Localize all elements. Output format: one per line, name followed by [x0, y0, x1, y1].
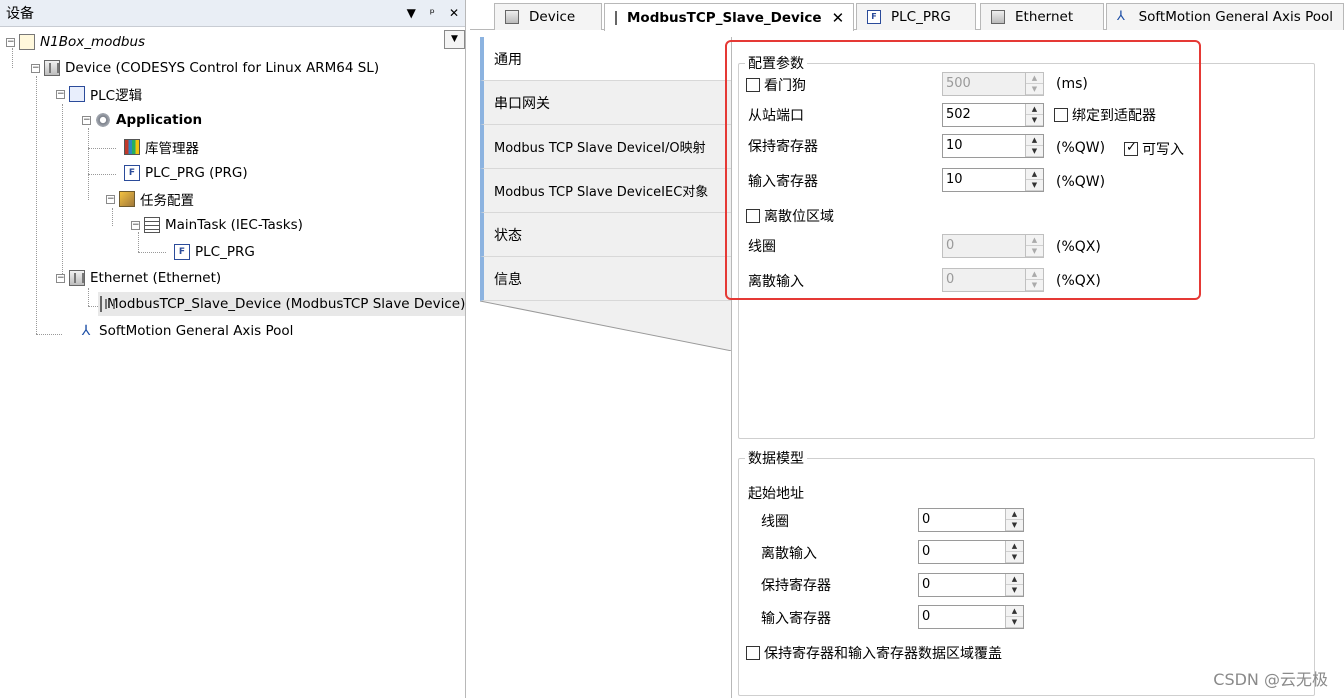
device-editor-nav: 通用 串口网关 Modbus TCP Slave DeviceI/O映射 Mod…	[480, 37, 732, 351]
tab-ethernet[interactable]: Ethernet	[980, 3, 1104, 30]
watermark: CSDN @云无极	[1213, 670, 1328, 689]
collapse-icon[interactable]: −	[82, 115, 91, 125]
collapse-icon[interactable]: −	[56, 89, 65, 99]
tree-item-library-manager[interactable]: 库管理器	[124, 135, 199, 159]
prg-icon: F	[174, 244, 190, 260]
device-icon	[615, 10, 617, 25]
collapse-icon[interactable]: −	[31, 63, 40, 73]
dm-discrete-input-spinner[interactable]: 0 ▲ ▼	[918, 540, 1024, 564]
nav-general[interactable]: 通用	[480, 37, 732, 81]
dm-input-spinner[interactable]: 0 ▲ ▼	[918, 605, 1024, 629]
collapse-icon[interactable]: −	[56, 273, 65, 283]
collapse-icon[interactable]: −	[131, 220, 140, 230]
dm-holding-spinner[interactable]: 0 ▲ ▼	[918, 573, 1024, 597]
axis-pool-icon: ⅄	[1117, 9, 1125, 24]
nav-io-mapping[interactable]: Modbus TCP Slave DeviceI/O映射	[480, 125, 732, 169]
prg-icon: F	[867, 10, 881, 24]
tree-item-application[interactable]: − Application	[82, 108, 202, 132]
device-icon	[505, 10, 519, 24]
nav-status[interactable]: 状态	[480, 213, 732, 257]
highlight-box	[725, 40, 1201, 300]
dm-coils-spinner[interactable]: 0 ▲ ▼	[918, 508, 1024, 532]
device-icon	[100, 296, 115, 312]
nav-bottom-edge	[480, 301, 732, 351]
data-model-legend: 数据模型	[748, 451, 804, 467]
task-config-icon	[119, 191, 135, 207]
tree-item-plc-prg[interactable]: F PLC_PRG (PRG)	[124, 161, 248, 185]
maintask-icon	[144, 217, 160, 233]
tree-item-maintask[interactable]: − MainTask (IEC-Tasks)	[131, 213, 303, 237]
start-address-label: 起始地址	[748, 486, 804, 502]
devices-panel: 设备 ▼ ᵖ ✕ ▼ − N1Box_modbus − Device (CODE…	[0, 0, 466, 698]
tree-item-device[interactable]: − Device (CODESYS Control for Linux ARM6…	[31, 56, 379, 80]
tree-dropdown-button[interactable]: ▼	[444, 30, 465, 49]
devices-panel-header: 设备 ▼ ᵖ ✕	[0, 0, 465, 27]
plc-logic-icon	[69, 86, 85, 102]
application-gear-icon	[95, 112, 111, 128]
tab-softmotion[interactable]: ⅄ SoftMotion General Axis Pool	[1106, 3, 1344, 30]
nav-info[interactable]: 信息	[480, 257, 732, 301]
overlay-checkbox[interactable]: 保持寄存器和输入寄存器数据区域覆盖	[746, 643, 1002, 663]
nav-iec-objects[interactable]: Modbus TCP Slave DeviceIEC对象	[480, 169, 732, 213]
checkbox-icon	[746, 646, 760, 660]
tree-item-task-config[interactable]: − 任务配置	[106, 187, 194, 211]
devices-panel-title: 设备	[6, 6, 34, 22]
tree-item-softmotion[interactable]: ⅄ SoftMotion General Axis Pool	[78, 319, 294, 343]
panel-menu-icon[interactable]: ▼	[407, 6, 416, 20]
nav-serial-gateway[interactable]: 串口网关	[480, 81, 732, 125]
prg-icon: F	[124, 165, 140, 181]
dm-discrete-input-label: 离散输入	[761, 546, 817, 562]
close-tab-icon[interactable]: ✕	[832, 9, 845, 27]
device-icon	[991, 10, 1005, 24]
close-panel-icon[interactable]: ✕	[449, 6, 459, 20]
tree-item-project[interactable]: − N1Box_modbus	[6, 30, 145, 54]
tree-item-modbus-slave[interactable]: ModbusTCP_Slave_Device (ModbusTCP Slave …	[98, 292, 465, 316]
pin-icon[interactable]: ᵖ	[430, 6, 435, 20]
tree-item-maintask-plc-prg[interactable]: F PLC_PRG	[174, 240, 255, 264]
device-icon	[69, 270, 85, 286]
library-manager-icon	[124, 139, 140, 155]
collapse-icon[interactable]: −	[106, 194, 115, 204]
project-icon	[19, 34, 35, 50]
editor-tab-bar: Device ModbusTCP_Slave_Device ✕ F PLC_PR…	[470, 0, 1344, 31]
tab-device[interactable]: Device	[494, 3, 602, 30]
collapse-icon[interactable]: −	[6, 37, 15, 47]
device-icon	[44, 60, 60, 76]
tree-item-ethernet[interactable]: − Ethernet (Ethernet)	[56, 266, 221, 290]
axis-pool-icon: ⅄	[81, 323, 91, 339]
tab-modbus-slave[interactable]: ModbusTCP_Slave_Device ✕	[604, 3, 854, 31]
tree-item-plc-logic[interactable]: − PLC逻辑	[56, 82, 142, 106]
dm-input-label: 输入寄存器	[761, 611, 831, 627]
dm-coils-label: 线圈	[761, 514, 789, 530]
dm-holding-label: 保持寄存器	[761, 578, 831, 594]
tab-plc-prg[interactable]: F PLC_PRG	[856, 3, 976, 30]
